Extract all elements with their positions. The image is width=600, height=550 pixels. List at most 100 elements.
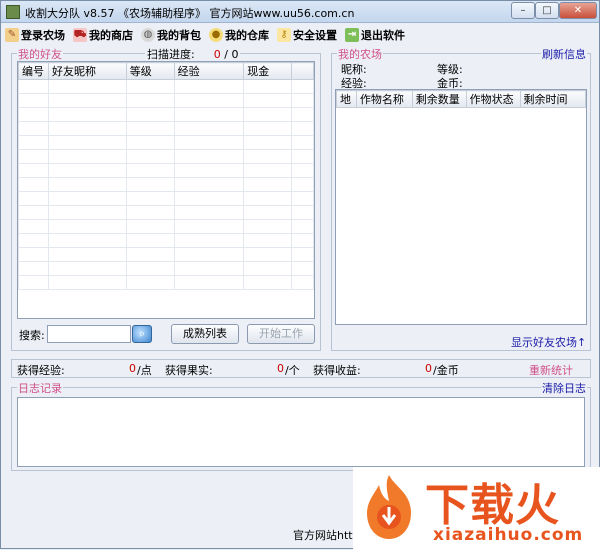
table-cell — [125, 275, 175, 290]
my-bag-label: 我的背包 — [157, 29, 201, 42]
table-cell — [243, 205, 293, 220]
farm-table[interactable]: 地 作物名称 剩余数量 作物状态 剩余时间 — [335, 89, 587, 325]
table-cell — [125, 247, 175, 262]
clear-log-link[interactable]: 清除日志 — [541, 380, 587, 396]
close-button[interactable]: ✕ — [559, 2, 597, 19]
column-header-remaining-qty[interactable]: 剩余数量 — [411, 90, 467, 108]
table-cell — [243, 233, 293, 248]
table-row[interactable] — [18, 191, 314, 206]
table-cell — [291, 261, 314, 276]
my-warehouse-button[interactable]: ● 我的仓库 — [209, 26, 269, 44]
scan-progress: 扫描进度: 0 / 0 — [145, 46, 241, 62]
friends-table[interactable]: 编号 好友昵称 等级 经验 现金 — [17, 61, 315, 319]
table-cell — [243, 121, 293, 136]
farm-legend: 我的农场 — [337, 46, 383, 62]
table-row[interactable] — [18, 135, 314, 150]
table-cell — [18, 149, 49, 164]
watermark: 下载火 xiazaihuo.com — [353, 467, 600, 550]
watermark-brand: 下载火 — [425, 480, 560, 531]
column-header-cash[interactable]: 现金 — [243, 62, 293, 80]
security-settings-button[interactable]: ⚷ 安全设置 — [277, 26, 337, 44]
table-row[interactable] — [18, 79, 314, 94]
table-cell — [47, 261, 127, 276]
gained-fruit-label: 获得果实: — [165, 364, 213, 377]
refresh-info-link[interactable]: 刷新信息 — [541, 46, 587, 62]
table-cell — [291, 135, 314, 150]
login-farm-label: 登录农场 — [21, 29, 65, 42]
column-header-crop-status[interactable]: 作物状态 — [465, 90, 521, 108]
coins-icon: ● — [209, 28, 223, 42]
table-cell — [125, 107, 175, 122]
column-header-exp[interactable]: 经验 — [173, 62, 245, 80]
my-shop-button[interactable]: ⛟ 我的商店 — [73, 26, 133, 44]
table-cell — [18, 275, 49, 290]
column-header-nickname[interactable]: 好友昵称 — [47, 62, 127, 80]
table-cell — [18, 79, 49, 94]
login-farm-button[interactable]: ✎ 登录农场 — [5, 26, 65, 44]
gained-exp-value: 0 — [129, 362, 136, 375]
window-title: 收割大分队 v8.57 《农场辅助程序》 官方网站www.uu56.com.cn — [25, 7, 355, 20]
table-cell — [173, 191, 245, 206]
gained-fruit-unit: /个 — [285, 364, 300, 377]
exit-software-button[interactable]: ⇥ 退出软件 — [345, 26, 405, 44]
column-header-remaining-time[interactable]: 剩余时间 — [519, 90, 586, 108]
table-cell — [47, 121, 127, 136]
table-row[interactable] — [18, 247, 314, 262]
search-icon[interactable]: ⌕ — [132, 325, 152, 343]
table-cell — [18, 205, 49, 220]
table-cell — [125, 135, 175, 150]
app-icon — [6, 5, 20, 19]
reset-stats-link[interactable]: 重新统计 — [529, 362, 573, 378]
table-cell — [47, 163, 127, 178]
my-bag-button[interactable]: ◍ 我的背包 — [141, 26, 201, 44]
search-input[interactable] — [47, 325, 131, 343]
gained-income-value: 0 — [425, 362, 432, 375]
gained-exp-unit: /点 — [137, 364, 152, 377]
table-row[interactable] — [18, 261, 314, 276]
maximize-button[interactable]: □ — [535, 2, 559, 19]
table-row[interactable] — [18, 233, 314, 248]
pencil-icon: ✎ — [5, 28, 19, 42]
column-header-crop-name[interactable]: 作物名称 — [355, 90, 413, 108]
watermark-url: xiazaihuo.com — [433, 525, 584, 545]
gained-income-label: 获得收益: — [313, 364, 361, 377]
exit-software-label: 退出软件 — [361, 29, 405, 42]
table-cell — [243, 275, 293, 290]
minimize-button[interactable]: – — [511, 2, 535, 19]
table-row[interactable] — [18, 219, 314, 234]
start-work-button[interactable]: 开始工作 — [247, 324, 315, 344]
show-friend-farm-link[interactable]: 显示好友农场↑ — [511, 334, 586, 350]
mature-list-button[interactable]: 成熟列表 — [171, 324, 239, 344]
column-header-filler — [291, 62, 314, 80]
log-textarea[interactable] — [17, 397, 585, 467]
table-row[interactable] — [18, 149, 314, 164]
table-row[interactable] — [18, 275, 314, 290]
table-cell — [47, 107, 127, 122]
table-cell — [47, 93, 127, 108]
table-cell — [125, 79, 175, 94]
table-cell — [47, 205, 127, 220]
flame-logo-icon — [367, 475, 411, 539]
table-cell — [173, 205, 245, 220]
table-row[interactable] — [18, 121, 314, 136]
table-cell — [47, 275, 127, 290]
table-row[interactable] — [18, 177, 314, 192]
friends-legend: 我的好友 — [17, 46, 63, 62]
table-cell — [18, 247, 49, 262]
security-settings-label: 安全设置 — [293, 29, 337, 42]
table-cell — [243, 149, 293, 164]
table-cell — [125, 205, 175, 220]
scan-total-value: 0 — [231, 48, 239, 61]
table-cell — [173, 247, 245, 262]
column-header-level[interactable]: 等级 — [125, 62, 175, 80]
column-header-id[interactable]: 编号 — [18, 62, 49, 80]
table-cell — [47, 219, 127, 234]
table-row[interactable] — [18, 107, 314, 122]
footer-text: 官方网站htt — [293, 529, 353, 542]
table-cell — [47, 233, 127, 248]
table-row[interactable] — [18, 93, 314, 108]
column-header-plot[interactable]: 地 — [336, 90, 357, 108]
table-row[interactable] — [18, 205, 314, 220]
table-row[interactable] — [18, 163, 314, 178]
table-cell — [243, 93, 293, 108]
